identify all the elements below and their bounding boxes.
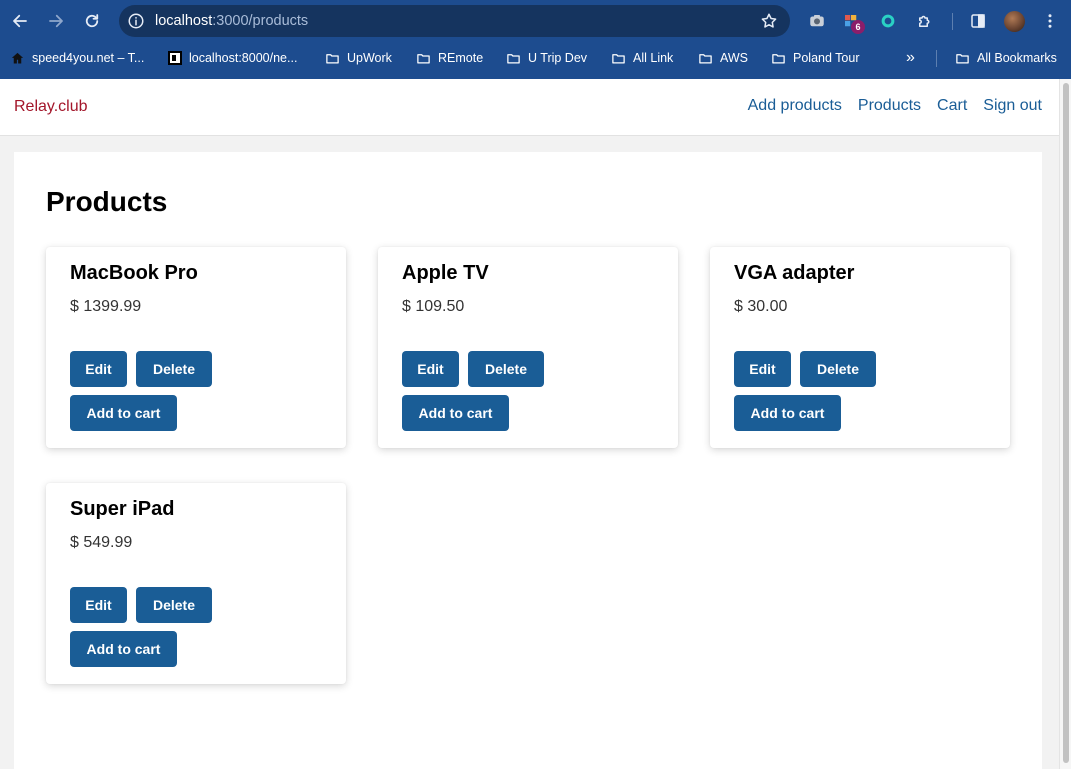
bookmark-label: Poland Tour bbox=[793, 51, 860, 65]
product-name: MacBook Pro bbox=[70, 262, 198, 284]
products-panel: Products MacBook Pro $ 1399.99 Edit Dele… bbox=[14, 152, 1042, 769]
bookmark-label: U Trip Dev bbox=[528, 51, 588, 65]
nav-add-products[interactable]: Add products bbox=[748, 97, 842, 115]
puzzle-icon bbox=[919, 15, 930, 27]
bookmark-folder[interactable]: All Link bbox=[611, 49, 673, 67]
brand-link[interactable]: Relay.club bbox=[14, 98, 88, 116]
add-to-cart-button[interactable]: Add to cart bbox=[70, 631, 177, 667]
page-viewport: Relay.club Add products Products Cart Si… bbox=[0, 79, 1059, 769]
add-to-cart-button[interactable]: Add to cart bbox=[70, 395, 177, 431]
nav-cart[interactable]: Cart bbox=[937, 97, 967, 115]
profile-avatar[interactable] bbox=[1004, 11, 1025, 32]
bookmark-star-icon[interactable] bbox=[760, 12, 778, 30]
bookmark-folder[interactable]: UpWork bbox=[325, 49, 392, 67]
bookmark-label: localhost:8000/ne... bbox=[189, 51, 298, 65]
reload-button[interactable] bbox=[80, 9, 104, 33]
browser-toolbar: localhost:3000/products 6 bbox=[0, 0, 1071, 42]
delete-button[interactable]: Delete bbox=[800, 351, 876, 387]
product-card: Apple TV $ 109.50 Edit Delete Add to car… bbox=[378, 247, 678, 448]
bookmark-folder[interactable]: Poland Tour bbox=[771, 49, 860, 67]
extension-ring-button[interactable] bbox=[878, 11, 898, 31]
site-nav: Add products Products Cart Sign out bbox=[748, 97, 1042, 115]
folder-icon bbox=[417, 53, 430, 63]
bookmark-folder[interactable]: AWS bbox=[698, 49, 748, 67]
bookmark-label: All Link bbox=[633, 51, 674, 65]
bookmark-label: AWS bbox=[720, 51, 749, 65]
edit-button[interactable]: Edit bbox=[402, 351, 459, 387]
nav-sign-out[interactable]: Sign out bbox=[983, 97, 1042, 115]
extensions-button[interactable] bbox=[915, 11, 935, 31]
product-price: $ 1399.99 bbox=[70, 298, 142, 315]
product-name: Super iPad bbox=[70, 498, 175, 520]
bookmark-folder[interactable]: U Trip Dev bbox=[506, 49, 587, 67]
bookmarks-separator bbox=[936, 50, 937, 67]
arrow-left-icon bbox=[13, 14, 27, 28]
delete-button[interactable]: Delete bbox=[136, 587, 212, 623]
back-button[interactable] bbox=[8, 9, 32, 33]
folder-icon bbox=[956, 53, 969, 63]
all-bookmarks-folder[interactable]: All Bookmarks bbox=[955, 49, 1057, 67]
toolbar-separator bbox=[952, 13, 953, 30]
camera-icon bbox=[810, 15, 824, 27]
product-name: Apple TV bbox=[402, 262, 489, 284]
bookmark-label: REmote bbox=[438, 51, 484, 65]
url-path: :3000/products bbox=[212, 13, 309, 29]
edit-button[interactable]: Edit bbox=[70, 351, 127, 387]
folder-icon bbox=[326, 53, 339, 63]
edit-button[interactable]: Edit bbox=[70, 587, 127, 623]
folder-icon bbox=[772, 53, 785, 63]
page-title: Products bbox=[46, 186, 168, 217]
kebab-menu-icon bbox=[1048, 14, 1052, 28]
bookmark-folder[interactable]: REmote bbox=[416, 49, 483, 67]
url-text[interactable]: localhost:3000/products bbox=[155, 13, 308, 29]
chevrons-right-icon: » bbox=[906, 49, 915, 66]
folder-icon bbox=[612, 53, 625, 63]
add-to-cart-button[interactable]: Add to cart bbox=[402, 395, 509, 431]
delete-button[interactable]: Delete bbox=[136, 351, 212, 387]
ring-icon bbox=[881, 14, 895, 28]
favicon-square-icon bbox=[168, 51, 182, 65]
arrow-right-icon bbox=[49, 14, 63, 28]
bookmark-label: speed4you.net – T... bbox=[32, 51, 145, 65]
product-price: $ 109.50 bbox=[402, 298, 465, 315]
edit-button[interactable]: Edit bbox=[734, 351, 791, 387]
add-to-cart-button[interactable]: Add to cart bbox=[734, 395, 841, 431]
address-bar[interactable]: localhost:3000/products bbox=[119, 5, 790, 37]
bookmarks-overflow-button[interactable]: » bbox=[906, 49, 915, 67]
url-host: localhost bbox=[155, 13, 213, 29]
reload-icon bbox=[85, 14, 99, 28]
bookmark-label: UpWork bbox=[347, 51, 392, 65]
product-card: VGA adapter $ 30.00 Edit Delete Add to c… bbox=[710, 247, 1010, 448]
nav-products[interactable]: Products bbox=[858, 97, 921, 115]
scrollbar-thumb[interactable] bbox=[1063, 83, 1069, 763]
side-panel-icon bbox=[971, 14, 985, 28]
delete-button[interactable]: Delete bbox=[468, 351, 544, 387]
side-panel-button[interactable] bbox=[968, 11, 988, 31]
extension-badge: 6 bbox=[851, 20, 865, 34]
product-card: Super iPad $ 549.99 Edit Delete Add to c… bbox=[46, 483, 346, 684]
product-price: $ 549.99 bbox=[70, 534, 133, 551]
page-scrollbar[interactable] bbox=[1059, 79, 1071, 769]
bookmark-item[interactable]: speed4you.net – T... bbox=[10, 49, 144, 67]
bookmark-label: All Bookmarks bbox=[977, 51, 1057, 65]
bookmarks-bar: speed4you.net – T... localhost:8000/ne..… bbox=[0, 44, 1071, 72]
product-name: VGA adapter bbox=[734, 262, 855, 284]
extension-camera-button[interactable] bbox=[807, 11, 827, 31]
folder-icon bbox=[699, 53, 712, 63]
home-icon bbox=[11, 52, 24, 63]
browser-chrome: localhost:3000/products 6 speed4you.net … bbox=[0, 0, 1071, 79]
site-info-icon[interactable] bbox=[127, 12, 145, 30]
site-header: Relay.club Add products Products Cart Si… bbox=[0, 79, 1059, 136]
product-card: MacBook Pro $ 1399.99 Edit Delete Add to… bbox=[46, 247, 346, 448]
browser-menu-button[interactable] bbox=[1040, 11, 1060, 31]
folder-icon bbox=[507, 53, 520, 63]
bookmark-item[interactable]: localhost:8000/ne... bbox=[168, 49, 297, 67]
forward-button[interactable] bbox=[44, 9, 68, 33]
product-price: $ 30.00 bbox=[734, 298, 788, 315]
